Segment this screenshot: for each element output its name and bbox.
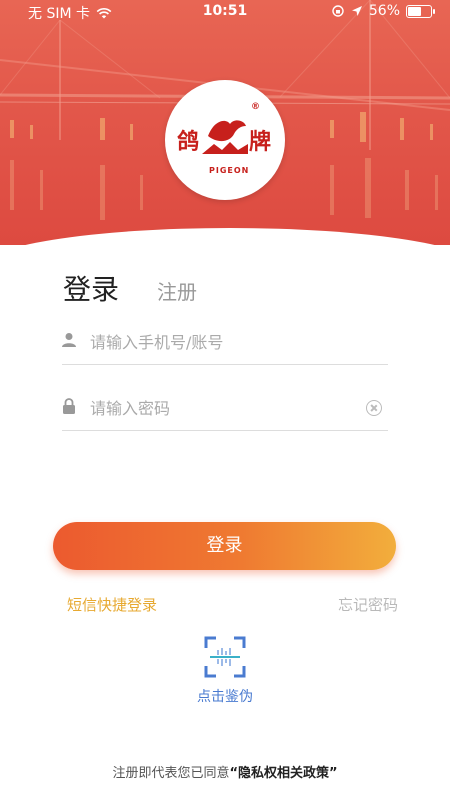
login-button[interactable]: 登录 bbox=[53, 522, 396, 570]
password-field bbox=[62, 386, 388, 431]
pigeon-icon bbox=[202, 120, 248, 154]
footer-prefix: 注册即代表您已同意 bbox=[112, 766, 230, 781]
battery-percent: 56% bbox=[368, 3, 400, 19]
registered-mark: ® bbox=[251, 102, 260, 112]
user-icon bbox=[62, 333, 76, 347]
lock-icon bbox=[63, 398, 75, 414]
tab-register[interactable]: 注册 bbox=[157, 276, 197, 305]
privacy-footer: 注册即代表您已同意“隐私权相关政策” bbox=[0, 762, 450, 781]
orientation-lock-icon bbox=[332, 5, 344, 17]
logo-english: PIGEON bbox=[209, 166, 250, 175]
brand-logo: 鸽 牌 ® PIGEON bbox=[165, 80, 285, 200]
forgot-password-link[interactable]: 忘记密码 bbox=[338, 594, 398, 615]
account-field bbox=[62, 320, 388, 365]
password-input[interactable] bbox=[88, 394, 362, 422]
verify-label[interactable]: 点击鉴伪 bbox=[0, 686, 450, 706]
logo-right-char: 牌 bbox=[249, 129, 272, 155]
clear-icon[interactable] bbox=[366, 400, 382, 416]
sms-login-link[interactable]: 短信快捷登录 bbox=[67, 594, 157, 615]
logo-left-char: 鸽 bbox=[177, 129, 200, 155]
battery-level bbox=[408, 6, 422, 16]
scan-icon[interactable] bbox=[204, 636, 246, 678]
status-bar: 无 SIM 卡 10:51 56% bbox=[0, 0, 450, 24]
location-arrow-icon bbox=[351, 6, 362, 16]
account-input[interactable] bbox=[88, 328, 362, 356]
privacy-policy-link[interactable]: “隐私权相关政策” bbox=[229, 766, 337, 781]
battery-icon bbox=[406, 4, 435, 18]
tab-login[interactable]: 登录 bbox=[63, 268, 119, 308]
